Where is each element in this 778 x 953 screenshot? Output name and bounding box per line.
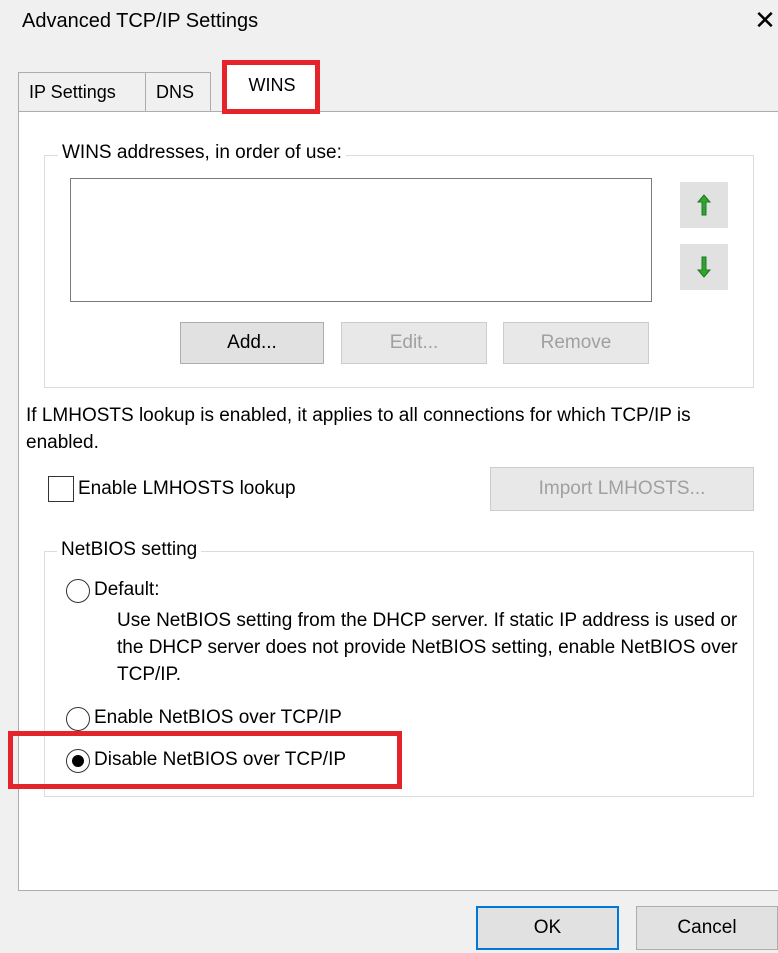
tab-ip-settings[interactable]: IP Settings <box>18 72 146 112</box>
arrow-down-icon <box>696 256 712 278</box>
radio-enable-netbios-label[interactable]: Enable NetBIOS over TCP/IP <box>94 707 342 729</box>
move-up-button[interactable] <box>680 182 728 228</box>
wins-addresses-list[interactable] <box>70 178 652 302</box>
tab-wins[interactable]: WINS <box>224 64 320 112</box>
arrow-up-icon <box>696 194 712 216</box>
default-description: Use NetBIOS setting from the DHCP server… <box>117 610 738 685</box>
wins-addresses-legend: WINS addresses, in order of use: <box>58 142 346 164</box>
ok-button[interactable]: OK <box>476 906 619 950</box>
netbios-legend: NetBIOS setting <box>57 539 202 561</box>
window-title: Advanced TCP/IP Settings <box>22 10 259 32</box>
radio-disable-netbios-label[interactable]: Disable NetBIOS over TCP/IP <box>94 749 346 771</box>
radio-disable-netbios[interactable] <box>66 749 90 773</box>
radio-default-label[interactable]: Default: <box>94 579 159 601</box>
radio-default[interactable] <box>66 579 90 603</box>
move-down-button[interactable] <box>680 244 728 290</box>
edit-button[interactable]: Edit... <box>341 322 487 364</box>
radio-selected-dot <box>72 755 84 767</box>
cancel-button[interactable]: Cancel <box>636 906 778 950</box>
add-button[interactable]: Add... <box>180 322 324 364</box>
close-icon[interactable]: ✕ <box>752 6 778 34</box>
radio-enable-netbios[interactable] <box>66 707 90 731</box>
tab-dns[interactable]: DNS <box>145 72 211 112</box>
lmhosts-info-text: If LMHOSTS lookup is enabled, it applies… <box>26 405 691 453</box>
enable-lmhosts-checkbox[interactable] <box>48 476 74 502</box>
remove-button[interactable]: Remove <box>503 322 649 364</box>
enable-lmhosts-label[interactable]: Enable LMHOSTS lookup <box>78 478 296 500</box>
import-lmhosts-button[interactable]: Import LMHOSTS... <box>490 467 754 511</box>
